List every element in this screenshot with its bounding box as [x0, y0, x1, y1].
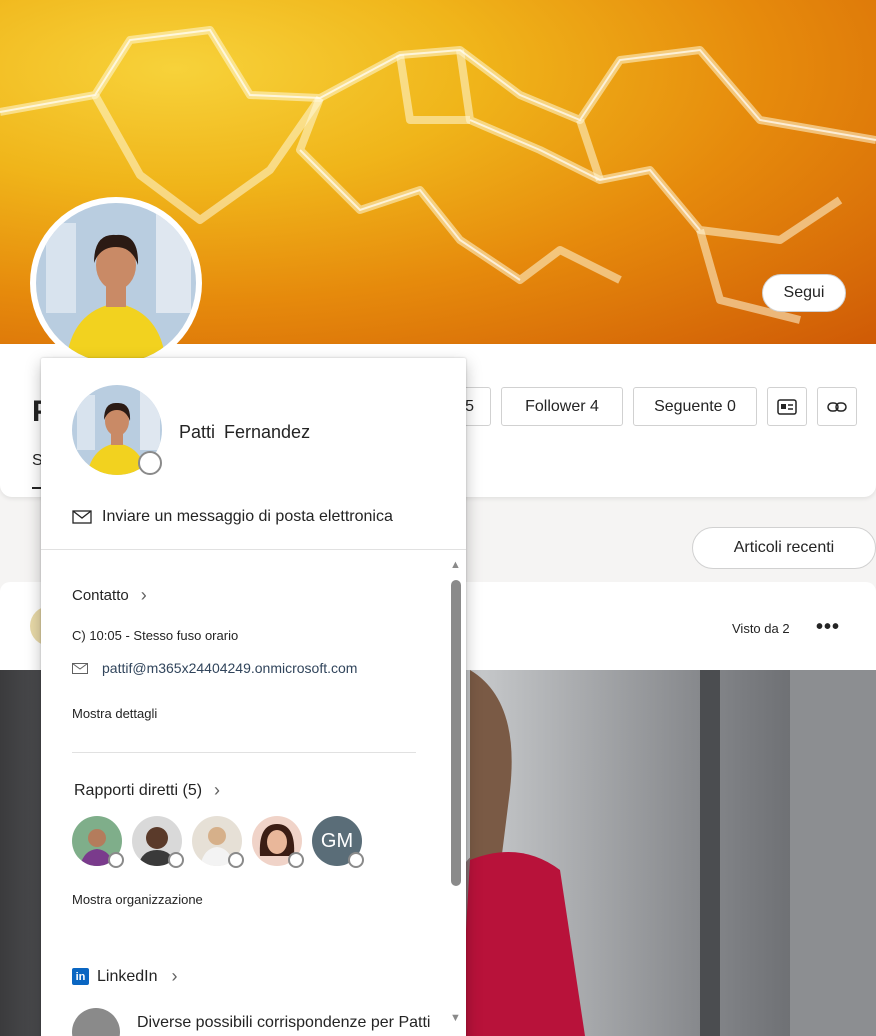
following-label: Seguente 0 [654, 397, 736, 415]
linkedin-title: LinkedIn [97, 967, 158, 985]
stat-partial-count: 5 [465, 397, 474, 415]
chevron-right-icon: › [140, 585, 147, 605]
profile-avatar [30, 197, 202, 369]
following-button[interactable]: Seguente 0 [633, 387, 757, 426]
mail-icon [72, 510, 92, 524]
popup-divider [41, 549, 466, 550]
profile-card-popup: Patti Fernandez Inviare un messaggio di … [41, 358, 466, 1036]
presence-status-icon [138, 451, 162, 475]
contact-section-header[interactable]: Contatto › [72, 585, 147, 606]
profile-page: Segui P S 5 Follower 4 Seguente 0 [0, 0, 876, 1036]
contact-section-title: Contatto [72, 587, 129, 604]
show-details-link[interactable]: Mostra dettagli [72, 706, 157, 721]
chevron-right-icon: › [171, 966, 178, 986]
follow-button[interactable]: Segui [762, 274, 846, 312]
email-address-text: pattif@m365x24404249.onmicrosoft.com [102, 660, 358, 676]
presence-status-icon [288, 852, 304, 868]
presence-status-icon [108, 852, 124, 868]
people-match-icon [72, 1008, 120, 1036]
send-email-action[interactable]: Inviare un messaggio di posta elettronic… [72, 508, 393, 526]
link-icon [827, 401, 847, 412]
more-options-icon[interactable]: ••• [816, 616, 840, 639]
presence-status-icon [228, 852, 244, 868]
mail-icon [72, 662, 88, 674]
recent-articles-button[interactable]: Articoli recenti [692, 527, 876, 569]
direct-report-initials: GM [320, 829, 354, 852]
linkedin-section-header[interactable]: in LinkedIn › [72, 966, 178, 987]
copy-link-button[interactable] [817, 387, 857, 426]
section-divider [72, 752, 416, 753]
scroll-down-arrow-icon[interactable]: ▼ [450, 1012, 461, 1024]
direct-reports-title: Rapporti diretti (5) [74, 781, 203, 799]
contact-card-icon [777, 398, 797, 415]
show-organization-link[interactable]: Mostra organizzazione [72, 892, 203, 907]
followers-button[interactable]: Follower 4 [501, 387, 623, 426]
presence-status-icon [168, 852, 184, 868]
direct-reports-header[interactable]: Rapporti diretti (5) › [74, 780, 220, 801]
profile-photo [36, 203, 196, 363]
followers-label: Follower 4 [525, 397, 599, 415]
linkedin-icon: in [72, 968, 89, 985]
seen-by-label: Visto da 2 [732, 621, 790, 636]
presence-status-icon [348, 852, 364, 868]
chevron-right-icon: › [214, 780, 221, 800]
scrollbar-thumb[interactable] [451, 580, 461, 886]
contact-card-button[interactable] [767, 387, 807, 426]
scroll-up-arrow-icon[interactable]: ▲ [450, 559, 461, 571]
popup-person-name: Patti Fernandez [179, 422, 311, 442]
local-time-text: C) 10:05 - Stesso fuso orario [72, 628, 239, 643]
send-email-label: Inviare un messaggio di posta elettronic… [102, 508, 393, 525]
linkedin-matches-text[interactable]: Diverse possibili corrispondenze per Pat… [137, 1014, 430, 1032]
email-address-link[interactable]: pattif@m365x24404249.onmicrosoft.com [72, 660, 357, 676]
